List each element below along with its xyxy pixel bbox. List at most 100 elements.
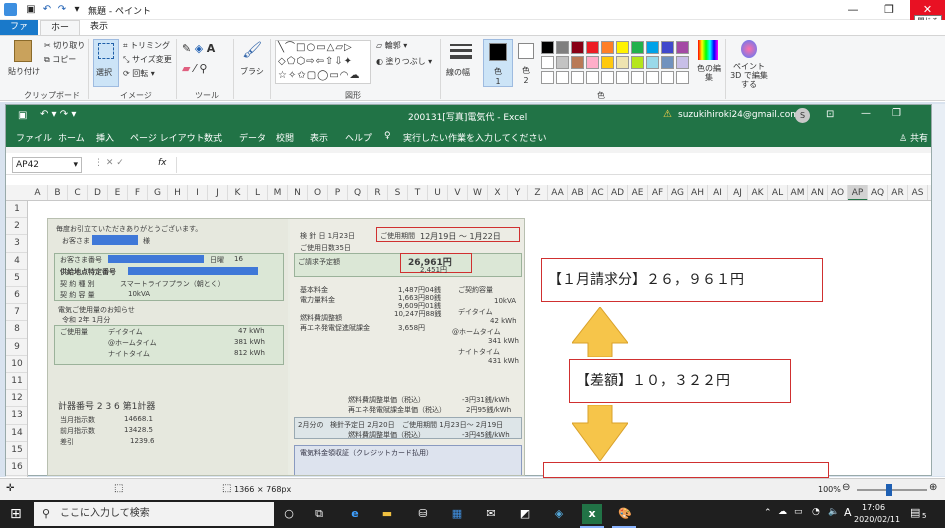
clock-time[interactable]: 17:06 <box>862 503 885 512</box>
copy-button[interactable]: ⧉ コピー <box>44 54 76 65</box>
fill-button[interactable]: ◐ 塗りつぶし ▾ <box>376 56 432 67</box>
rotate-button[interactable]: ⟳ 回転 ▾ <box>123 68 155 79</box>
zoom-slider-thumb[interactable] <box>886 484 892 496</box>
color-swatch[interactable] <box>661 71 674 84</box>
windows-start-icon[interactable]: ⊞ <box>10 506 22 522</box>
redo-icon[interactable]: ↷ <box>55 3 69 17</box>
ribbon-tab-bar: ファイル ホーム 表示 <box>0 20 945 48</box>
bill-v4: 10,247円88銭 <box>394 310 442 318</box>
color-swatch[interactable] <box>601 41 614 54</box>
cut-button[interactable]: ✂ 切り取り <box>44 40 85 51</box>
eraser-icon[interactable]: ▰ <box>182 62 190 75</box>
app-icon[interactable]: ◩ <box>514 504 536 524</box>
taskbar-search-box[interactable]: ⚲ ここに入力して検索 <box>34 502 274 526</box>
excel-menu-layout: ページ レイアウト <box>130 134 205 144</box>
network-icon[interactable]: ◔ <box>812 507 820 517</box>
undo-icon[interactable]: ↶ <box>40 3 54 17</box>
bill-contract-cap: 契 約 容 量 <box>60 291 95 299</box>
edit-colors-button[interactable]: 色の編集 <box>694 40 722 86</box>
bill-renew-unit-val: 2円95銭/kWh <box>466 406 512 414</box>
app-icon[interactable]: ◈ <box>548 504 570 524</box>
color-swatch[interactable] <box>646 56 659 69</box>
color-swatch[interactable] <box>676 71 689 84</box>
color-swatch[interactable] <box>661 56 674 69</box>
text-icon[interactable]: A <box>207 42 216 55</box>
color-swatch[interactable] <box>601 71 614 84</box>
color-swatch[interactable] <box>586 56 599 69</box>
app-icon[interactable]: ▦ <box>446 504 468 524</box>
excel-taskbar-icon[interactable]: x <box>582 504 602 524</box>
bill-hometime: @ホームタイム <box>108 339 157 347</box>
minimize-button[interactable]: — <box>836 0 870 20</box>
color-swatch[interactable] <box>541 71 554 84</box>
task-view-icon[interactable]: ⧉ <box>308 504 330 524</box>
color2-button[interactable]: 色 2 <box>515 39 537 87</box>
color-swatch[interactable] <box>541 56 554 69</box>
color-swatch[interactable] <box>631 71 644 84</box>
color-swatch[interactable] <box>676 56 689 69</box>
zoom-in-button[interactable]: ⊕ <box>929 482 937 493</box>
save-icon[interactable]: ▣ <box>24 3 38 17</box>
brushes-button[interactable]: 🖌 ブラシ <box>238 40 266 84</box>
volume-icon[interactable]: 🔈 <box>828 507 839 517</box>
color-swatch[interactable] <box>616 41 629 54</box>
resize-button[interactable]: ⤡ サイズ変更 <box>123 54 172 65</box>
color-picker-icon[interactable]: ⁄ <box>194 62 196 75</box>
tray-overflow-icon[interactable]: ⌃ <box>764 508 772 518</box>
maximize-button[interactable]: ❐ <box>872 0 906 20</box>
size-button[interactable]: 線の幅 <box>446 40 476 84</box>
color-swatch[interactable] <box>586 41 599 54</box>
excel-undo-icon: ↶ ▾ ↷ ▾ <box>40 109 77 120</box>
outline-button[interactable]: ▱ 輪郭 ▾ <box>376 40 407 51</box>
paint-app-icon <box>4 3 17 16</box>
color-swatch[interactable] <box>541 41 554 54</box>
battery-icon[interactable]: ▭ <box>794 507 803 517</box>
color-swatch[interactable] <box>586 71 599 84</box>
select-button[interactable]: 選択 <box>93 39 119 87</box>
paste-button[interactable]: 貼り付け <box>8 40 40 84</box>
color-swatch[interactable] <box>556 41 569 54</box>
color-swatch[interactable] <box>616 56 629 69</box>
bill-month-label: 令和 2年 1月分 <box>62 316 111 324</box>
tab-file[interactable]: ファイル <box>0 20 38 47</box>
color1-button[interactable]: 色 1 <box>483 39 513 87</box>
cortana-icon[interactable]: ○ <box>278 504 300 524</box>
crop-button[interactable]: ⌗ トリミング <box>123 40 170 51</box>
cloud-icon[interactable]: ☁ <box>778 507 787 517</box>
color-swatch[interactable] <box>676 41 689 54</box>
file-explorer-icon[interactable]: ▬ <box>376 504 398 524</box>
pencil-icon[interactable]: ✎ <box>182 42 191 55</box>
zoom-slider[interactable] <box>857 489 927 491</box>
fill-icon[interactable]: ◈ <box>195 42 203 55</box>
mail-icon[interactable]: ✉ <box>480 504 502 524</box>
color-swatch[interactable] <box>631 41 644 54</box>
ime-indicator[interactable]: A <box>844 506 852 519</box>
clock-date[interactable]: 2020/02/11 <box>854 515 900 524</box>
color-swatch[interactable] <box>571 71 584 84</box>
paint3d-button[interactable]: ペイント 3D で編集する <box>728 40 770 89</box>
color-swatch[interactable] <box>616 71 629 84</box>
tab-view[interactable]: 表示 <box>82 20 116 35</box>
edge-icon[interactable]: e <box>344 504 366 524</box>
color-swatch[interactable] <box>571 41 584 54</box>
color-swatch[interactable] <box>601 56 614 69</box>
zoom-out-button[interactable]: ⊖ <box>842 482 850 493</box>
color-swatch[interactable] <box>631 56 644 69</box>
column-header: AC <box>588 185 608 200</box>
store-icon[interactable]: ⛁ <box>412 504 434 524</box>
color-swatch[interactable] <box>571 56 584 69</box>
tab-home[interactable]: ホーム <box>40 20 80 48</box>
color-swatch[interactable] <box>646 71 659 84</box>
color-swatch[interactable] <box>556 56 569 69</box>
shapes-gallery[interactable]: ╲⌒□○▭△▱▷ ◇⬠⬡⇨⇦⇧⇩✦ ☆✧✩▢◯▭◠☁ <box>275 40 371 84</box>
color-swatch[interactable] <box>661 41 674 54</box>
color-palette[interactable] <box>541 41 691 89</box>
row-header: 1 <box>6 201 27 219</box>
magnifier-icon[interactable]: ⚲ <box>199 62 207 75</box>
notification-icon[interactable]: ▤ <box>910 506 920 519</box>
cursor-position-icon: ✛ <box>6 483 15 494</box>
paint-taskbar-icon[interactable]: 🎨 <box>614 504 636 524</box>
color-swatch[interactable] <box>556 71 569 84</box>
color-swatch[interactable] <box>646 41 659 54</box>
customize-toolbar-icon[interactable]: ▾ <box>70 3 84 17</box>
